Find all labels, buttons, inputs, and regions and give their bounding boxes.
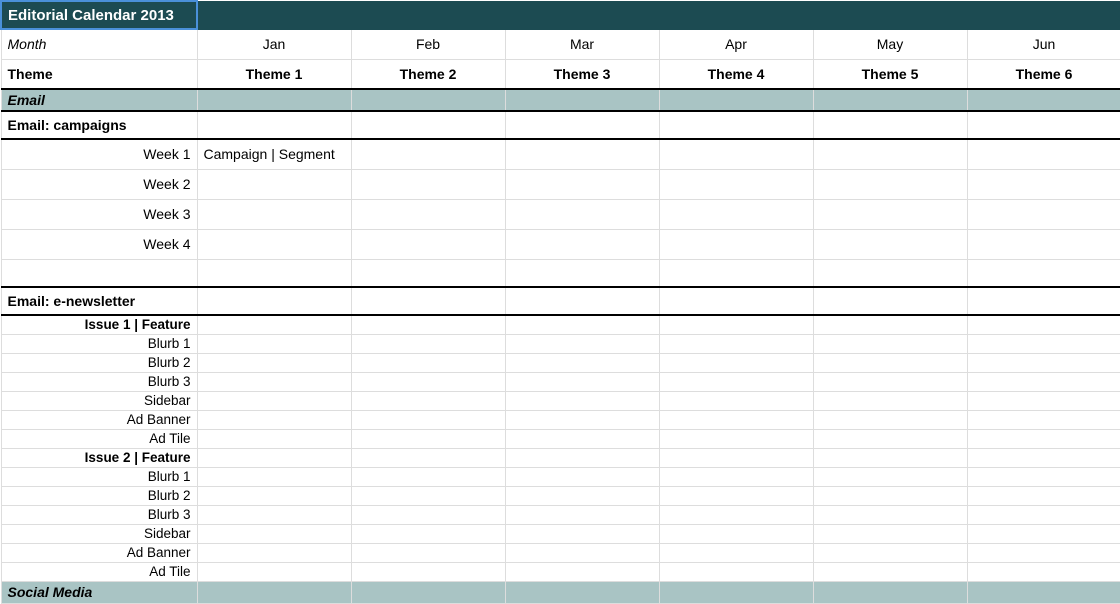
- theme-5[interactable]: Theme 5: [813, 59, 967, 89]
- month-row: Month Jan Feb Mar Apr May Jun: [1, 29, 1120, 59]
- week-1-jan[interactable]: Campaign | Segment: [197, 139, 351, 169]
- issue-2-ad-tile[interactable]: Ad Tile: [1, 562, 197, 581]
- theme-row: Theme Theme 1 Theme 2 Theme 3 Theme 4 Th…: [1, 59, 1120, 89]
- title-blank[interactable]: [505, 1, 659, 29]
- week-2-label[interactable]: Week 2: [1, 169, 197, 199]
- week-1-row: Week 1 Campaign | Segment: [1, 139, 1120, 169]
- issue-2-blurb-1[interactable]: Blurb 1: [1, 467, 197, 486]
- email-newsletter-label[interactable]: Email: e-newsletter: [1, 287, 197, 315]
- issue-1-blurb-3[interactable]: Blurb 3: [1, 372, 197, 391]
- week-4-label[interactable]: Week 4: [1, 229, 197, 259]
- issue-2-item: Ad Tile: [1, 562, 1120, 581]
- campaigns-spacer: [1, 259, 1120, 287]
- issue-1-blurb-2[interactable]: Blurb 2: [1, 353, 197, 372]
- week-3-row: Week 3: [1, 199, 1120, 229]
- issue-2-item: Sidebar: [1, 524, 1120, 543]
- section-social: Social Media: [1, 581, 1120, 603]
- section-social-label[interactable]: Social Media: [1, 581, 197, 603]
- issue-2-ad-banner[interactable]: Ad Banner: [1, 543, 197, 562]
- issue-1-label[interactable]: Issue 1 | Feature: [1, 315, 197, 334]
- theme-label[interactable]: Theme: [1, 59, 197, 89]
- month-may[interactable]: May: [813, 29, 967, 59]
- issue-2-item: Blurb 3: [1, 505, 1120, 524]
- week-2-row: Week 2: [1, 169, 1120, 199]
- month-label[interactable]: Month: [1, 29, 197, 59]
- title-blank[interactable]: [813, 1, 967, 29]
- issue-2-item: Blurb 2: [1, 486, 1120, 505]
- issue-1-item: Ad Banner: [1, 410, 1120, 429]
- week-1-label[interactable]: Week 1: [1, 139, 197, 169]
- issue-2-header: Issue 2 | Feature: [1, 448, 1120, 467]
- issue-1-item: Blurb 2: [1, 353, 1120, 372]
- theme-2[interactable]: Theme 2: [351, 59, 505, 89]
- issue-1-sidebar[interactable]: Sidebar: [1, 391, 197, 410]
- issue-1-item: Blurb 1: [1, 334, 1120, 353]
- email-campaigns-header: Email: campaigns: [1, 111, 1120, 139]
- editorial-calendar-table[interactable]: Editorial Calendar 2013 Month Jan Feb Ma…: [0, 0, 1120, 604]
- issue-1-item: Blurb 3: [1, 372, 1120, 391]
- title-blank[interactable]: [351, 1, 505, 29]
- issue-1-header: Issue 1 | Feature: [1, 315, 1120, 334]
- issue-1-item: Sidebar: [1, 391, 1120, 410]
- title-cell[interactable]: Editorial Calendar 2013: [1, 1, 197, 29]
- title-blank[interactable]: [967, 1, 1120, 29]
- issue-2-blurb-2[interactable]: Blurb 2: [1, 486, 197, 505]
- theme-3[interactable]: Theme 3: [505, 59, 659, 89]
- week-4-row: Week 4: [1, 229, 1120, 259]
- issue-2-label[interactable]: Issue 2 | Feature: [1, 448, 197, 467]
- issue-2-item: Blurb 1: [1, 467, 1120, 486]
- issue-2-blurb-3[interactable]: Blurb 3: [1, 505, 197, 524]
- section-email-label[interactable]: Email: [1, 89, 197, 111]
- email-newsletter-header: Email: e-newsletter: [1, 287, 1120, 315]
- theme-1[interactable]: Theme 1: [197, 59, 351, 89]
- month-jun[interactable]: Jun: [967, 29, 1120, 59]
- title-blank[interactable]: [659, 1, 813, 29]
- issue-1-ad-tile[interactable]: Ad Tile: [1, 429, 197, 448]
- month-apr[interactable]: Apr: [659, 29, 813, 59]
- week-3-label[interactable]: Week 3: [1, 199, 197, 229]
- title-blank[interactable]: [197, 1, 351, 29]
- theme-6[interactable]: Theme 6: [967, 59, 1120, 89]
- issue-2-item: Ad Banner: [1, 543, 1120, 562]
- month-mar[interactable]: Mar: [505, 29, 659, 59]
- issue-2-sidebar[interactable]: Sidebar: [1, 524, 197, 543]
- issue-1-blurb-1[interactable]: Blurb 1: [1, 334, 197, 353]
- month-feb[interactable]: Feb: [351, 29, 505, 59]
- theme-4[interactable]: Theme 4: [659, 59, 813, 89]
- issue-1-item: Ad Tile: [1, 429, 1120, 448]
- issue-1-ad-banner[interactable]: Ad Banner: [1, 410, 197, 429]
- title-row: Editorial Calendar 2013: [1, 1, 1120, 29]
- section-email: Email: [1, 89, 1120, 111]
- month-jan[interactable]: Jan: [197, 29, 351, 59]
- email-campaigns-label[interactable]: Email: campaigns: [1, 111, 197, 139]
